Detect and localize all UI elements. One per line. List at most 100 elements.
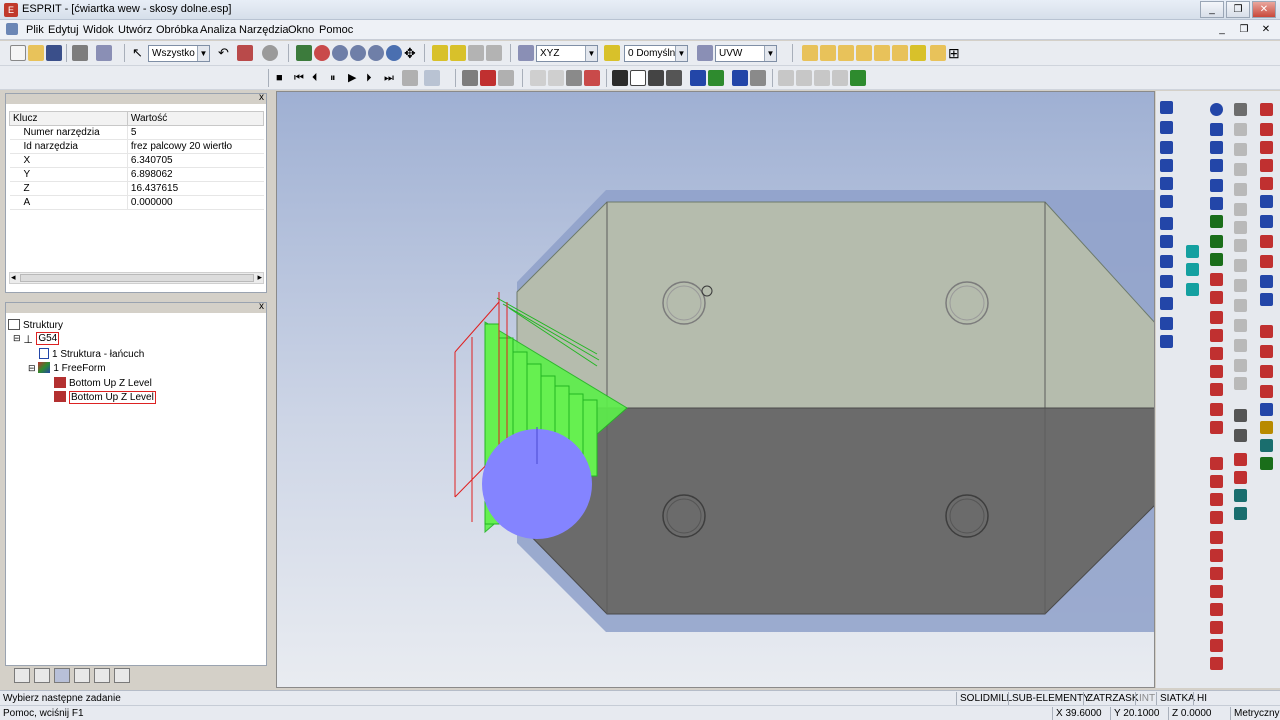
mode-int[interactable]: INT: [1135, 692, 1158, 705]
edit-icon-10[interactable]: [1260, 275, 1273, 288]
sim-option-3-icon[interactable]: [566, 70, 582, 86]
menu-widok[interactable]: Widok: [83, 24, 114, 36]
document-icon[interactable]: [6, 23, 18, 35]
sim-blue-icon[interactable]: [690, 70, 706, 86]
view-left-icon[interactable]: [856, 45, 872, 61]
mode-siatka[interactable]: SIATKA: [1156, 692, 1198, 705]
feature-icon-13[interactable]: [1160, 335, 1173, 348]
edit-icon-11[interactable]: [1260, 293, 1273, 306]
close-window-button[interactable]: ✕: [1252, 1, 1276, 18]
geometry-icon-11[interactable]: [1210, 639, 1223, 652]
surface-icon-12[interactable]: [1234, 319, 1247, 332]
tab-nc-icon[interactable]: [114, 668, 130, 683]
mdi-restore-button[interactable]: ❐: [1234, 21, 1254, 38]
tab-operations-icon[interactable]: [54, 668, 70, 683]
surface-icon-19[interactable]: [1234, 471, 1247, 484]
solid-icon-5[interactable]: [1210, 179, 1223, 192]
menu-edytuj[interactable]: Edytuj: [48, 24, 79, 36]
geometry-icon-10[interactable]: [1210, 621, 1223, 634]
feature-icon-1[interactable]: [1160, 101, 1173, 114]
geometry-icon-12[interactable]: [1210, 657, 1223, 670]
layer-combo[interactable]: 0 Domyśln ▼: [624, 45, 688, 62]
solid-icon-8[interactable]: [1210, 235, 1223, 248]
surface-icon-1[interactable]: [1234, 103, 1247, 116]
menu-obrobka[interactable]: Obróbka: [156, 24, 198, 36]
sim-pause-icon[interactable]: ⏸: [330, 70, 346, 86]
sim-play-icon[interactable]: ▶: [348, 70, 364, 86]
feature-icon-6[interactable]: [1160, 195, 1173, 208]
solid-icon-9[interactable]: [1210, 253, 1223, 266]
surface-icon-9[interactable]: [1234, 259, 1247, 272]
geometry-icon-2[interactable]: [1210, 475, 1223, 488]
view-right-icon[interactable]: [838, 45, 854, 61]
surface-icon-6[interactable]: [1234, 203, 1247, 216]
layer-icon[interactable]: [604, 45, 620, 61]
zoom-fit-icon[interactable]: [368, 45, 384, 61]
copy-icon[interactable]: [96, 45, 112, 61]
feature-icon-12[interactable]: [1160, 317, 1173, 330]
close-properties-icon[interactable]: x: [259, 93, 264, 103]
edit-icon-19[interactable]: [1260, 457, 1273, 470]
edit-icon-15[interactable]: [1260, 385, 1273, 398]
solid-icon-15[interactable]: [1210, 365, 1223, 378]
toolpath-icon[interactable]: [498, 70, 514, 86]
view-plane-icon[interactable]: [518, 45, 534, 61]
edit-icon-6[interactable]: [1260, 195, 1273, 208]
menu-plik[interactable]: Plik: [26, 24, 44, 36]
menu-analiza[interactable]: Analiza: [200, 24, 236, 36]
solid-icon-11[interactable]: [1210, 291, 1223, 304]
tree-item-chain[interactable]: 1 Struktura - łańcuch: [39, 348, 144, 360]
sim-rewind-icon[interactable]: ⏮: [294, 70, 310, 86]
scroll-right-icon[interactable]: ▸: [257, 272, 262, 283]
edit-icon-14[interactable]: [1260, 365, 1273, 378]
feature-icon-4[interactable]: [1160, 159, 1173, 172]
shade-solid-icon[interactable]: [432, 45, 448, 61]
sim-color-icon[interactable]: [850, 70, 866, 86]
table-row[interactable]: Id narzędzia frez palcowy 20 wiertło: [9, 139, 264, 154]
view-front-icon[interactable]: [820, 45, 836, 61]
sim-option-2-icon[interactable]: [548, 70, 564, 86]
sim-step-back-icon[interactable]: ⏴: [312, 70, 328, 86]
part-icon[interactable]: [630, 70, 646, 86]
zoom-window-icon[interactable]: [314, 45, 330, 61]
tree-group[interactable]: ⊟ ⊥ G54: [13, 332, 60, 346]
surface-icon-17[interactable]: [1234, 429, 1247, 442]
sim-grey-1-icon[interactable]: [778, 70, 794, 86]
solid-icon-3[interactable]: [1210, 141, 1223, 154]
feature-icon-8[interactable]: [1160, 235, 1173, 248]
sim-grey-3-icon[interactable]: [814, 70, 830, 86]
edit-icon-4[interactable]: [1260, 159, 1273, 172]
solid-icon-2[interactable]: [1210, 123, 1223, 136]
edit-icon-2[interactable]: [1260, 123, 1273, 136]
minimize-button[interactable]: _: [1200, 1, 1224, 18]
print-icon[interactable]: [72, 45, 88, 61]
edit-icon-1[interactable]: [1260, 103, 1273, 116]
rotate-view-icon[interactable]: [386, 45, 402, 61]
new-file-icon[interactable]: [10, 45, 26, 61]
model-view[interactable]: [277, 92, 1155, 688]
tree-item-freeform[interactable]: ⊟ 1 FreeForm: [28, 362, 106, 374]
solid-icon-17[interactable]: [1210, 403, 1223, 416]
shade-wire-icon[interactable]: [450, 45, 466, 61]
surface-icon-11[interactable]: [1234, 299, 1247, 312]
sim-grey-4-icon[interactable]: [832, 70, 848, 86]
feature-icon-9[interactable]: [1160, 255, 1173, 268]
mdi-close-button[interactable]: ✕: [1256, 21, 1276, 38]
edit-icon-18[interactable]: [1260, 439, 1273, 452]
grid-icon[interactable]: ⊞: [948, 45, 964, 61]
zoom-out-icon[interactable]: [350, 45, 366, 61]
edit-icon-13[interactable]: [1260, 345, 1273, 358]
mode-sub-elementy[interactable]: SUB-ELEMENTY: [1008, 692, 1093, 705]
geometry-icon-6[interactable]: [1210, 549, 1223, 562]
sim-compare-icon[interactable]: [732, 70, 748, 86]
graphics-viewport[interactable]: [276, 91, 1155, 688]
horizontal-scrollbar[interactable]: ◂ ▸: [9, 272, 264, 284]
machine-icon[interactable]: [666, 70, 682, 86]
mode-hi[interactable]: HI: [1193, 692, 1210, 705]
column-header-value[interactable]: Wartość: [126, 111, 265, 126]
geometry-icon-8[interactable]: [1210, 585, 1223, 598]
surface-icon-10[interactable]: [1234, 279, 1247, 292]
geometry-icon-1[interactable]: [1210, 457, 1223, 470]
geometry-icon-5[interactable]: [1210, 531, 1223, 544]
pan-icon[interactable]: ✥: [404, 45, 420, 61]
